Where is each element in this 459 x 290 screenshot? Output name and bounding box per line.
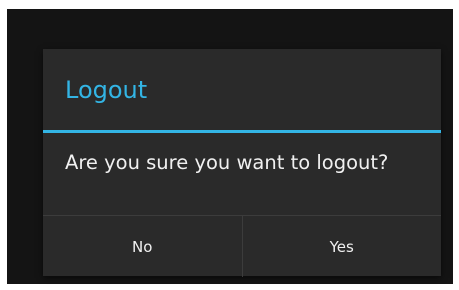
title-divider (43, 130, 441, 133)
logout-dialog: Logout Are you sure you want to logout? … (43, 49, 441, 277)
yes-button[interactable]: Yes (243, 216, 442, 277)
no-button[interactable]: No (43, 216, 242, 277)
dialog-title: Logout (65, 76, 148, 104)
app-screen-backdrop: Logout Are you sure you want to logout? … (7, 9, 453, 284)
dialog-message: Are you sure you want to logout? (65, 151, 389, 174)
dialog-button-bar: No Yes (43, 215, 441, 277)
